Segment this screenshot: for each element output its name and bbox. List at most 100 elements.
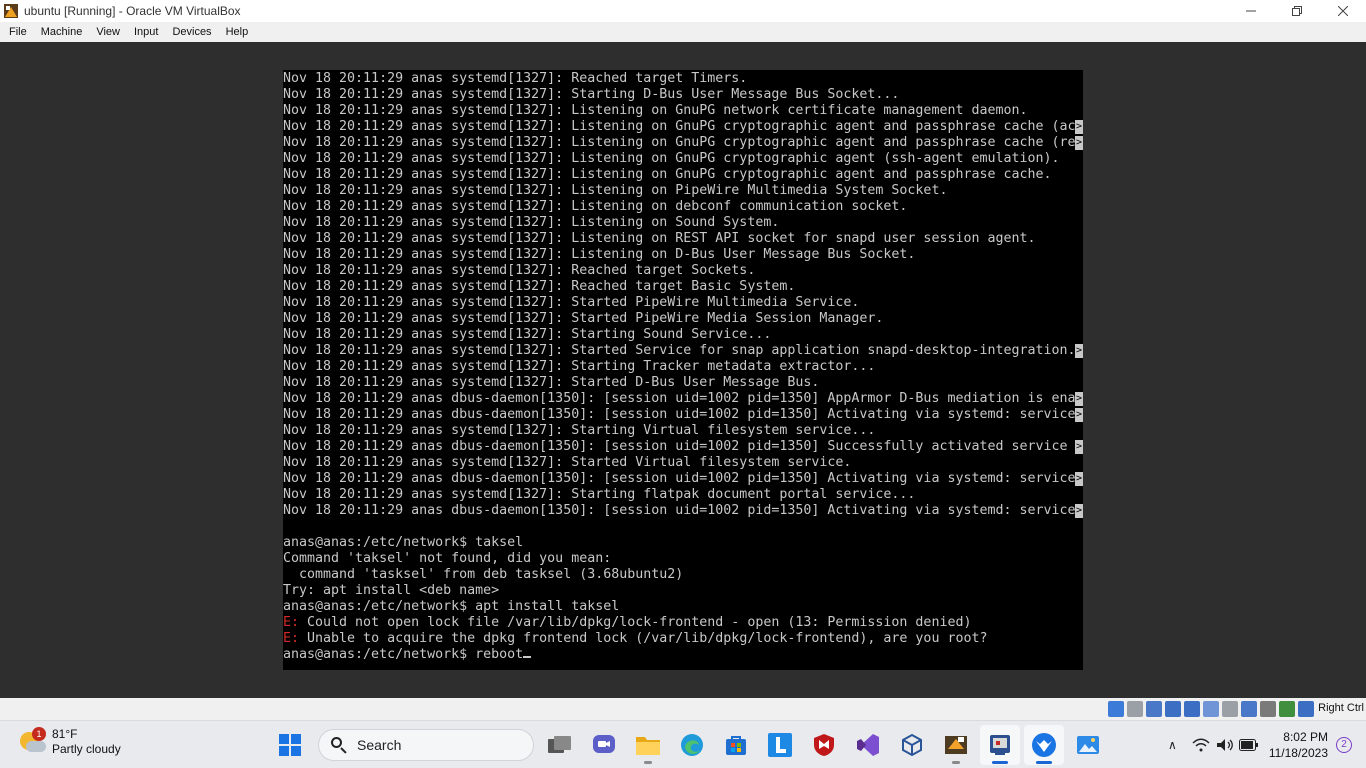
wifi-icon[interactable]	[1191, 735, 1211, 755]
display-icon[interactable]	[1222, 701, 1238, 717]
terminal-line: Nov 18 20:11:29 anas systemd[1327]: Star…	[283, 87, 1083, 103]
terminal-line: Nov 18 20:11:29 anas systemd[1327]: Star…	[283, 423, 1083, 439]
search-label: Search	[357, 737, 402, 753]
text-cursor	[523, 656, 532, 658]
terminal-line-text: Nov 18 20:11:29 anas systemd[1327]: List…	[283, 119, 1076, 134]
sublime-button[interactable]	[936, 725, 976, 765]
task-view-button[interactable]	[540, 725, 580, 765]
terminal-line-text: Nov 18 20:11:29 anas systemd[1327]: Star…	[283, 327, 772, 342]
system-tray: ∧ 8:02 PM 11/18/2023 2	[1168, 721, 1366, 768]
terminal-line: E: Could not open lock file /var/lib/dpk…	[283, 615, 1083, 631]
start-button[interactable]	[270, 725, 310, 765]
terminal-line-text: Nov 18 20:11:29 anas systemd[1327]: List…	[283, 135, 1076, 150]
terminal-line-text: Nov 18 20:11:29 anas dbus-daemon[1350]: …	[283, 407, 1076, 422]
optical-drive-icon[interactable]	[1127, 701, 1143, 717]
virtualbox-cube-button[interactable]	[892, 725, 932, 765]
terminal-line: Nov 18 20:11:29 anas systemd[1327]: List…	[283, 183, 1083, 199]
menu-machine[interactable]: Machine	[34, 22, 90, 42]
paint-button[interactable]	[1068, 725, 1108, 765]
terminal-line: Nov 18 20:11:29 anas systemd[1327]: Star…	[283, 455, 1083, 471]
l-app-button[interactable]	[760, 725, 800, 765]
shared-folders-icon[interactable]	[1203, 701, 1219, 717]
hard-disk-icon[interactable]	[1108, 701, 1124, 717]
terminal-line: Nov 18 20:11:29 anas dbus-daemon[1350]: …	[283, 391, 1083, 407]
chat-button[interactable]	[584, 725, 624, 765]
show-hidden-icons-button[interactable]: ∧	[1168, 738, 1177, 752]
terminal-line-text: Nov 18 20:11:29 anas systemd[1327]: Star…	[283, 311, 884, 326]
minimize-button[interactable]	[1228, 0, 1274, 22]
visual-studio-icon	[857, 734, 879, 756]
recording-icon[interactable]	[1241, 701, 1257, 717]
terminal-line-text: Nov 18 20:11:29 anas dbus-daemon[1350]: …	[283, 391, 1076, 406]
clock-date: 11/18/2023	[1268, 746, 1328, 760]
truncation-arrow-icon: >	[1075, 120, 1083, 134]
truncation-arrow-icon: >	[1075, 136, 1083, 150]
clock-time: 8:02 PM	[1283, 730, 1328, 744]
terminal-output[interactable]: Nov 18 20:11:29 anas systemd[1327]: Reac…	[283, 70, 1083, 663]
terminal-line-text: Try: apt install <deb name>	[283, 583, 500, 598]
vm-screen[interactable]: Nov 18 20:11:29 anas systemd[1327]: Reac…	[283, 70, 1083, 670]
terminal-line-text: Nov 18 20:11:29 anas dbus-daemon[1350]: …	[283, 471, 1076, 486]
taskbar-search[interactable]: Search	[318, 729, 534, 761]
audio-icon[interactable]	[1146, 701, 1162, 717]
terminal-line-text: Nov 18 20:11:29 anas systemd[1327]: List…	[283, 215, 780, 230]
menu-view[interactable]: View	[89, 22, 127, 42]
cpu-icon[interactable]	[1260, 701, 1276, 717]
virtualbox-vm-button[interactable]	[1024, 725, 1064, 765]
usb-icon[interactable]	[1184, 701, 1200, 717]
terminal-line-text: Command 'taksel' not found, did you mean…	[283, 551, 612, 566]
system-clock[interactable]: 8:02 PM 11/18/2023	[1269, 729, 1328, 761]
partly-cloudy-icon: 1	[18, 727, 46, 756]
terminal-line-text: Nov 18 20:11:29 anas systemd[1327]: Star…	[283, 487, 916, 502]
menu-help[interactable]: Help	[219, 22, 256, 42]
terminal-line-text: Nov 18 20:11:29 anas systemd[1327]: List…	[283, 199, 908, 214]
file-explorer-button[interactable]	[628, 725, 668, 765]
terminal-line-text: command 'tasksel' from deb tasksel (3.68…	[283, 567, 684, 582]
l-app-icon	[768, 733, 792, 757]
weather-widget[interactable]: 1 81°F Partly cloudy	[18, 727, 121, 757]
task-view-icon	[548, 736, 571, 753]
paint-icon	[1077, 736, 1099, 754]
terminal-line: Nov 18 20:11:29 anas systemd[1327]: List…	[283, 215, 1083, 231]
terminal-line: Nov 18 20:11:29 anas systemd[1327]: List…	[283, 247, 1083, 263]
store-button[interactable]	[716, 725, 756, 765]
terminal-line: E: Unable to acquire the dpkg frontend l…	[283, 631, 1083, 647]
window-title: ubuntu [Running] - Oracle VM VirtualBox	[24, 4, 241, 18]
battery-icon[interactable]	[1238, 735, 1259, 755]
terminal-line: Nov 18 20:11:29 anas systemd[1327]: Star…	[283, 311, 1083, 327]
keyboard-icon[interactable]	[1298, 701, 1314, 717]
virtualbox-app-icon	[3, 3, 19, 19]
terminal-line: Nov 18 20:11:29 anas systemd[1327]: List…	[283, 167, 1083, 183]
terminal-line-text: Nov 18 20:11:29 anas systemd[1327]: Star…	[283, 87, 900, 102]
volume-icon[interactable]	[1215, 735, 1235, 755]
terminal-line-text: Nov 18 20:11:29 anas systemd[1327]: List…	[283, 183, 948, 198]
terminal-line-text: Nov 18 20:11:29 anas systemd[1327]: Star…	[283, 455, 852, 470]
terminal-line-text: Nov 18 20:11:29 anas dbus-daemon[1350]: …	[283, 503, 1076, 518]
virtualbox-cube-icon	[902, 733, 922, 757]
visual-studio-button[interactable]	[848, 725, 888, 765]
mouse-integration-icon[interactable]	[1279, 701, 1295, 717]
restore-button[interactable]	[1274, 0, 1320, 22]
terminal-line-text: anas@anas:/etc/network$ apt install taks…	[283, 599, 620, 614]
terminal-line: Nov 18 20:11:29 anas systemd[1327]: Reac…	[283, 279, 1083, 295]
terminal-line: Nov 18 20:11:29 anas systemd[1327]: Reac…	[283, 263, 1083, 279]
mcafee-button[interactable]	[804, 725, 844, 765]
mcafee-icon	[814, 734, 834, 756]
terminal-line: anas@anas:/etc/network$ apt install taks…	[283, 599, 1083, 615]
terminal-line-text: Nov 18 20:11:29 anas dbus-daemon[1350]: …	[283, 439, 1076, 454]
network-icon[interactable]	[1165, 701, 1181, 717]
terminal-line: Nov 18 20:11:29 anas systemd[1327]: Star…	[283, 327, 1083, 343]
notification-badge[interactable]: 2	[1336, 737, 1352, 753]
close-button[interactable]	[1320, 0, 1366, 22]
virtualbox-manager-button[interactable]	[980, 725, 1020, 765]
menu-input[interactable]: Input	[127, 22, 165, 42]
edge-button[interactable]	[672, 725, 712, 765]
menu-devices[interactable]: Devices	[165, 22, 218, 42]
truncation-arrow-icon: >	[1075, 408, 1083, 422]
terminal-line-text: Unable to acquire the dpkg frontend lock…	[299, 631, 988, 646]
window-titlebar[interactable]: ubuntu [Running] - Oracle VM VirtualBox	[0, 0, 1366, 22]
terminal-line: command 'tasksel' from deb tasksel (3.68…	[283, 567, 1083, 583]
terminal-line: Nov 18 20:11:29 anas systemd[1327]: List…	[283, 103, 1083, 119]
menu-file[interactable]: File	[0, 22, 34, 42]
